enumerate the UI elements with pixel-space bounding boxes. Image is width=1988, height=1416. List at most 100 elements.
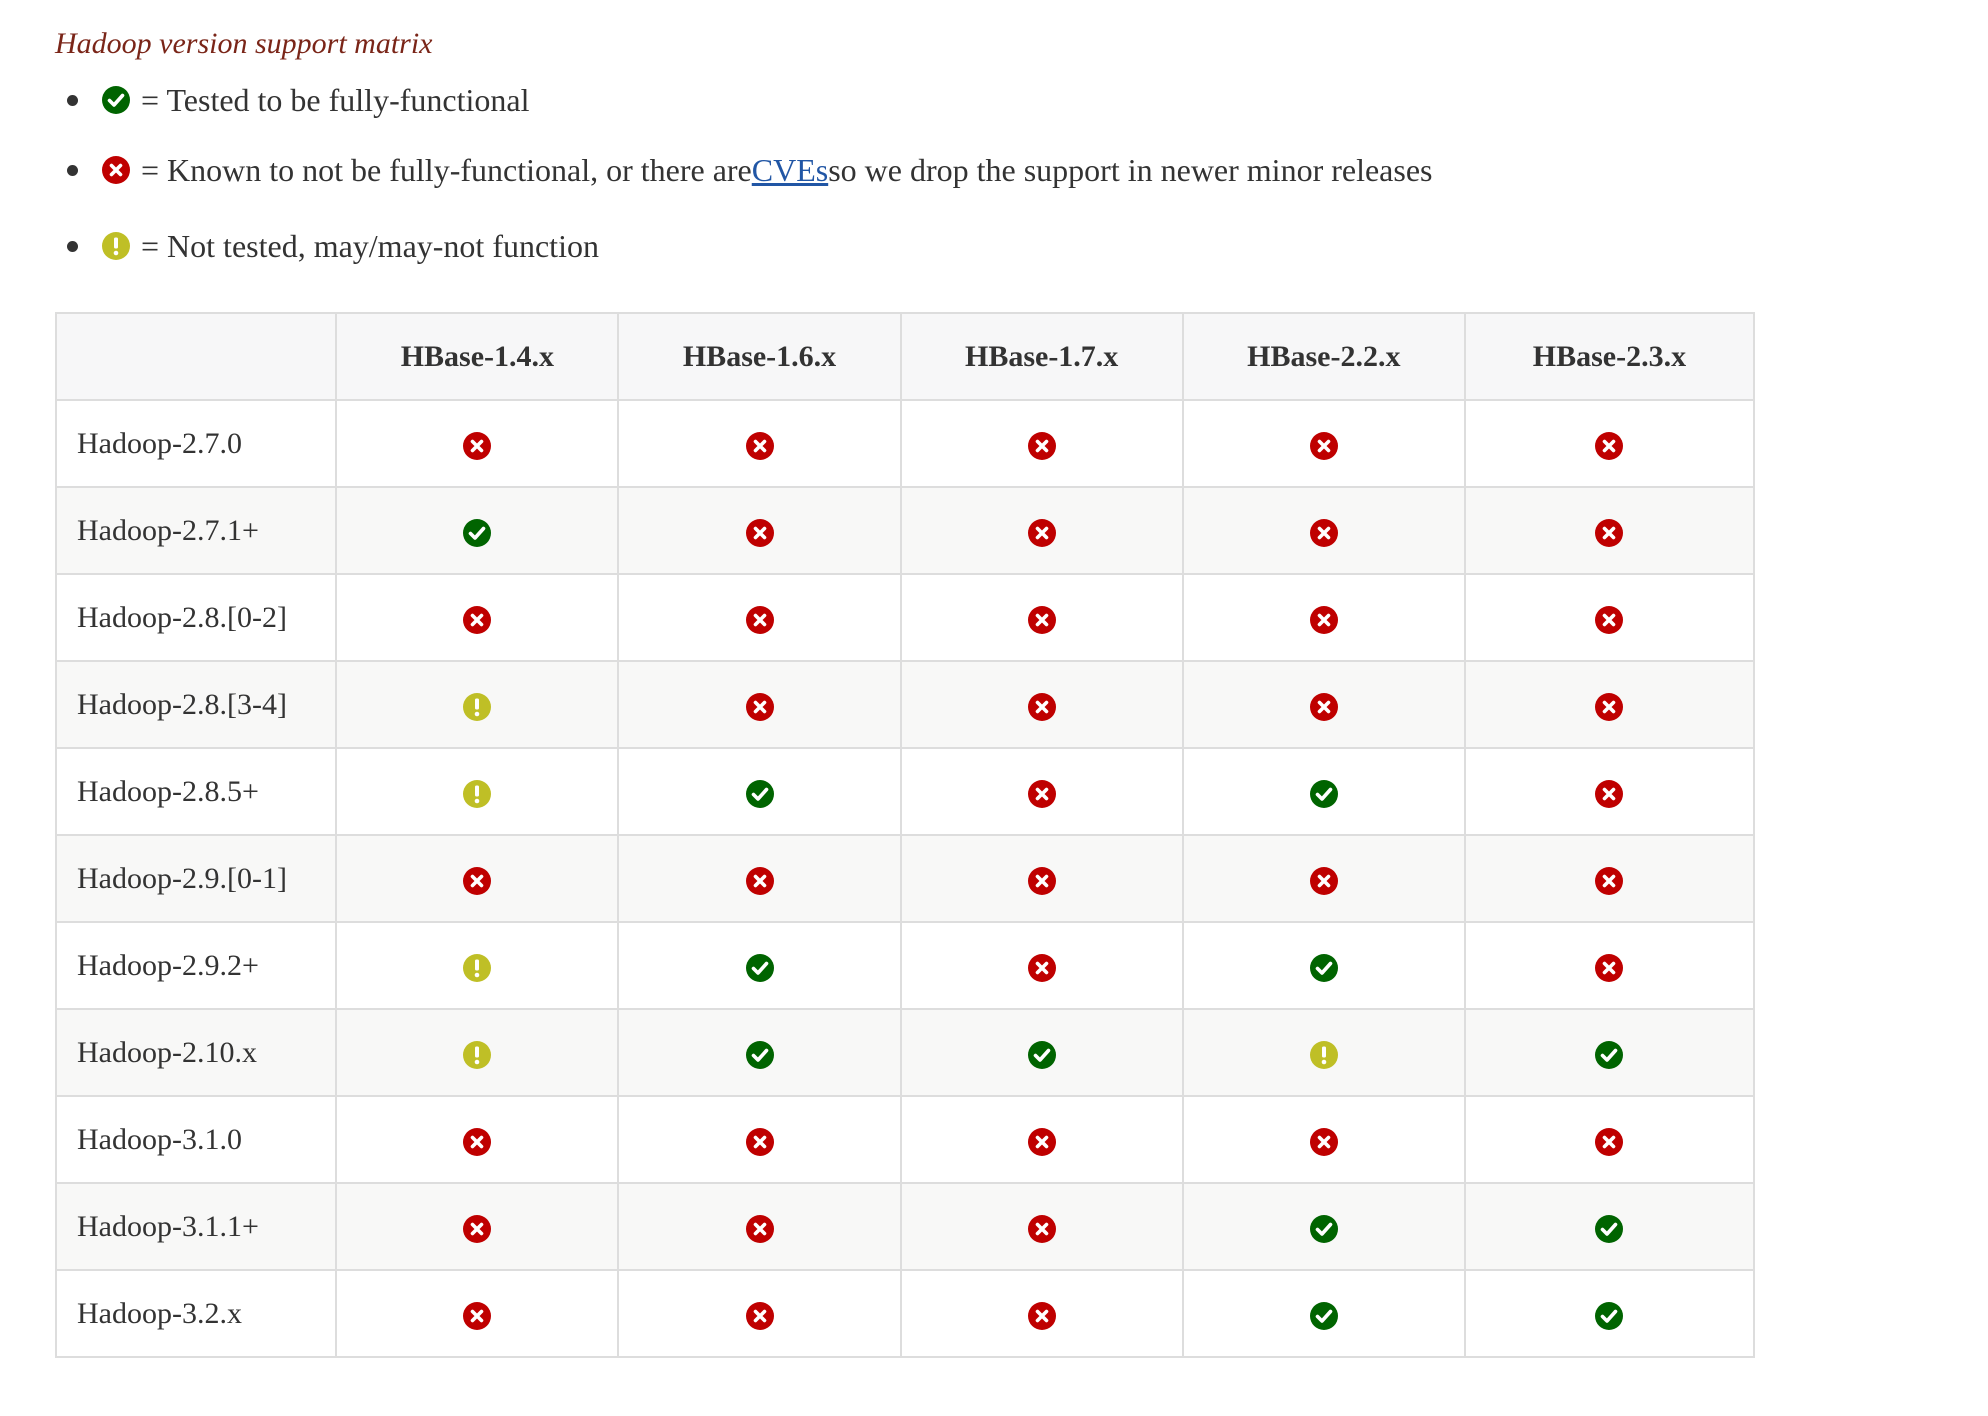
support-cell — [617, 486, 902, 575]
times-circle-icon — [1594, 953, 1624, 983]
exclamation-circle-icon — [462, 953, 492, 983]
times-circle-icon — [1027, 605, 1057, 635]
support-cell — [1181, 486, 1466, 575]
support-cell — [335, 1269, 620, 1358]
row-header: Hadoop-3.1.0 — [54, 1095, 338, 1184]
column-header: HBase-2.3.x — [1463, 312, 1756, 401]
support-cell — [1463, 1008, 1756, 1097]
table-row: Hadoop-2.9.2+ — [54, 921, 1756, 1010]
times-circle-icon — [1027, 692, 1057, 722]
exclamation-circle-icon — [462, 779, 492, 809]
support-cell — [899, 1269, 1184, 1358]
cves-link[interactable]: CVEs — [752, 152, 828, 189]
support-cell — [1181, 1095, 1466, 1184]
check-circle-icon — [1027, 1040, 1057, 1070]
column-header: HBase-2.2.x — [1181, 312, 1466, 401]
support-cell — [1463, 486, 1756, 575]
table-row: Hadoop-2.8.5+ — [54, 747, 1756, 836]
times-circle-icon — [1027, 779, 1057, 809]
row-header: Hadoop-3.2.x — [54, 1269, 338, 1358]
support-cell — [617, 1269, 902, 1358]
support-cell — [335, 660, 620, 749]
times-circle-icon — [1027, 953, 1057, 983]
row-header: Hadoop-2.9.[0-1] — [54, 834, 338, 923]
support-cell — [899, 660, 1184, 749]
support-cell — [899, 399, 1184, 488]
table-body: Hadoop-2.7.0 Hadoop-2.7.1+ Hadoop-2.8.[0-2… — [54, 399, 1756, 1358]
support-cell — [335, 921, 620, 1010]
support-cell — [899, 1095, 1184, 1184]
support-cell — [1463, 921, 1756, 1010]
support-cell — [899, 834, 1184, 923]
check-circle-icon — [745, 1040, 775, 1070]
support-cell — [899, 1182, 1184, 1271]
check-circle-icon — [1594, 1214, 1624, 1244]
support-cell — [1181, 660, 1466, 749]
times-circle-icon — [1027, 431, 1057, 461]
table-row: Hadoop-2.8.[0-2] — [54, 573, 1756, 662]
times-circle-icon — [462, 431, 492, 461]
times-circle-icon — [1594, 866, 1624, 896]
row-header: Hadoop-2.8.[0-2] — [54, 573, 338, 662]
support-cell — [1181, 747, 1466, 836]
row-header: Hadoop-2.10.x — [54, 1008, 338, 1097]
row-header: Hadoop-3.1.1+ — [54, 1182, 338, 1271]
times-circle-icon — [745, 692, 775, 722]
times-circle-icon — [1309, 866, 1339, 896]
times-circle-icon — [745, 1301, 775, 1331]
legend-item: = Known to not be fully-functional, or t… — [55, 132, 1755, 208]
times-circle-icon — [745, 1127, 775, 1157]
support-cell — [1463, 660, 1756, 749]
table-row: Hadoop-2.7.0 — [54, 399, 1756, 488]
times-circle-icon — [745, 431, 775, 461]
support-cell — [617, 1095, 902, 1184]
support-cell — [335, 399, 620, 488]
support-cell — [335, 1008, 620, 1097]
support-cell — [899, 747, 1184, 836]
check-circle-icon — [101, 85, 131, 115]
column-header: HBase-1.7.x — [899, 312, 1184, 401]
row-header: Hadoop-2.9.2+ — [54, 921, 338, 1010]
table-row: Hadoop-2.7.1+ — [54, 486, 1756, 575]
times-circle-icon — [462, 866, 492, 896]
times-circle-icon — [745, 1214, 775, 1244]
times-circle-icon — [1594, 779, 1624, 809]
legend-item: = Not tested, may/may-not function — [55, 208, 1755, 284]
legend-text-cont: so we drop the support in newer minor re… — [828, 151, 1433, 188]
support-cell — [1463, 1269, 1756, 1358]
support-cell — [899, 921, 1184, 1010]
bullet — [67, 165, 78, 176]
times-circle-icon — [745, 866, 775, 896]
legend-item: = Tested to be fully-functional — [55, 68, 1755, 132]
times-circle-icon — [462, 605, 492, 635]
check-circle-icon — [745, 953, 775, 983]
support-cell — [617, 1008, 902, 1097]
support-cell — [335, 834, 620, 923]
bullet — [67, 241, 78, 252]
support-cell — [617, 921, 902, 1010]
legend-text: = Known to not be fully-functional, or t… — [141, 151, 752, 188]
support-matrix-table: HBase-1.4.x HBase-1.6.x HBase-1.7.x HBase-2… — [54, 312, 1756, 1358]
row-header: Hadoop-2.8.5+ — [54, 747, 338, 836]
times-circle-icon — [462, 1127, 492, 1157]
legend-text: = Tested to be fully-functional — [141, 81, 530, 118]
table-row: Hadoop-2.8.[3-4] — [54, 660, 1756, 749]
support-cell — [1463, 573, 1756, 662]
support-cell — [1181, 1182, 1466, 1271]
times-circle-icon — [1594, 518, 1624, 548]
times-circle-icon — [1594, 431, 1624, 461]
support-cell — [899, 486, 1184, 575]
support-cell — [335, 747, 620, 836]
times-circle-icon — [1309, 1127, 1339, 1157]
row-header: Hadoop-2.8.[3-4] — [54, 660, 338, 749]
times-circle-icon — [1309, 605, 1339, 635]
exclamation-circle-icon — [462, 692, 492, 722]
times-circle-icon — [1594, 605, 1624, 635]
support-cell — [335, 1095, 620, 1184]
support-cell — [1181, 1008, 1466, 1097]
times-circle-icon — [1309, 518, 1339, 548]
support-cell — [1463, 1095, 1756, 1184]
times-circle-icon — [1027, 866, 1057, 896]
support-cell — [617, 834, 902, 923]
exclamation-circle-icon — [1309, 1040, 1339, 1070]
